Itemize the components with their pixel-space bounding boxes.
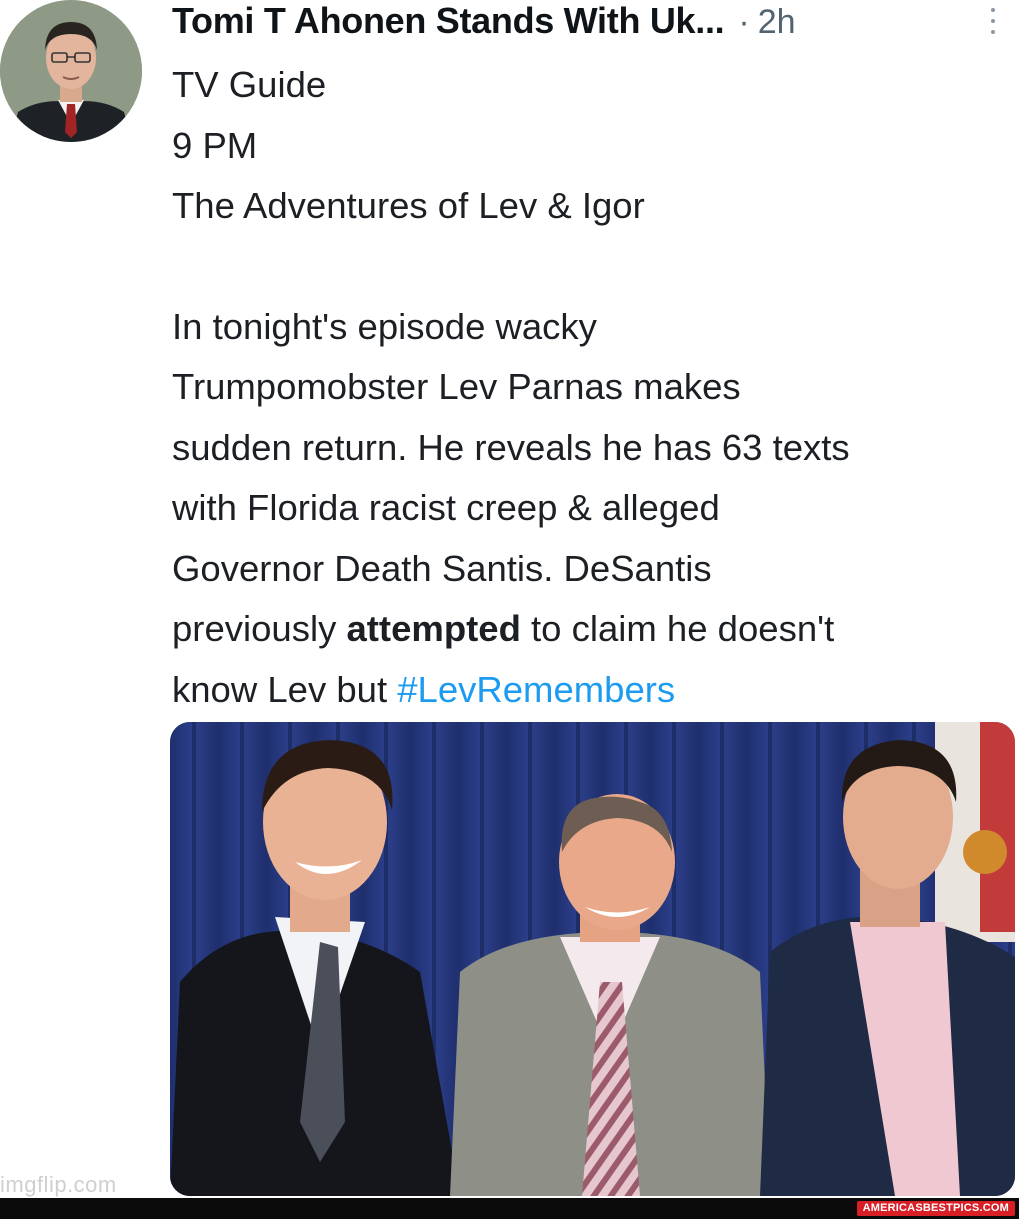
text-line: know Lev but #LevRemembers: [172, 660, 1012, 721]
text-line: previously attempted to claim he doesn't: [172, 599, 1012, 660]
tweet-text: TV Guide 9 PM The Adventures of Lev & Ig…: [172, 55, 1012, 720]
text-line: In tonight's episode wacky: [172, 305, 597, 347]
watermark: imgflip.com: [0, 1172, 117, 1197]
separator-dot: ·: [738, 3, 750, 41]
timestamp[interactable]: 2h: [758, 3, 796, 42]
author-name[interactable]: Tomi T Ahonen Stands With Uk...: [172, 0, 725, 42]
hashtag-link[interactable]: #LevRemembers: [397, 669, 675, 710]
source-badge: AMERICASBESTPICS.COM: [856, 1201, 1015, 1216]
text-line: The Adventures of Lev & Igor: [172, 185, 645, 226]
text-line: with Florida racist creep & alleged: [172, 487, 720, 528]
author-avatar[interactable]: [0, 0, 142, 142]
tweet-photo[interactable]: [170, 722, 1015, 1196]
text-line: Governor Death Santis. DeSantis: [172, 547, 712, 589]
text-line: TV Guide: [172, 64, 327, 105]
text-fragment: previously: [172, 608, 347, 649]
text-line: sudden return. He reveals he has 63 text…: [172, 426, 850, 468]
text-line: 9 PM: [172, 124, 258, 166]
text-fragment: to claim he doesn't: [520, 608, 835, 649]
more-vertical-icon[interactable]: [983, 4, 1003, 38]
text-line: Trumpomobster Lev Parnas makes: [172, 366, 741, 407]
text-fragment: know Lev but: [172, 668, 398, 710]
tweet-header: Tomi T Ahonen Stands With Uk... · 2h: [172, 0, 796, 42]
bold-word: attempted: [346, 608, 521, 649]
